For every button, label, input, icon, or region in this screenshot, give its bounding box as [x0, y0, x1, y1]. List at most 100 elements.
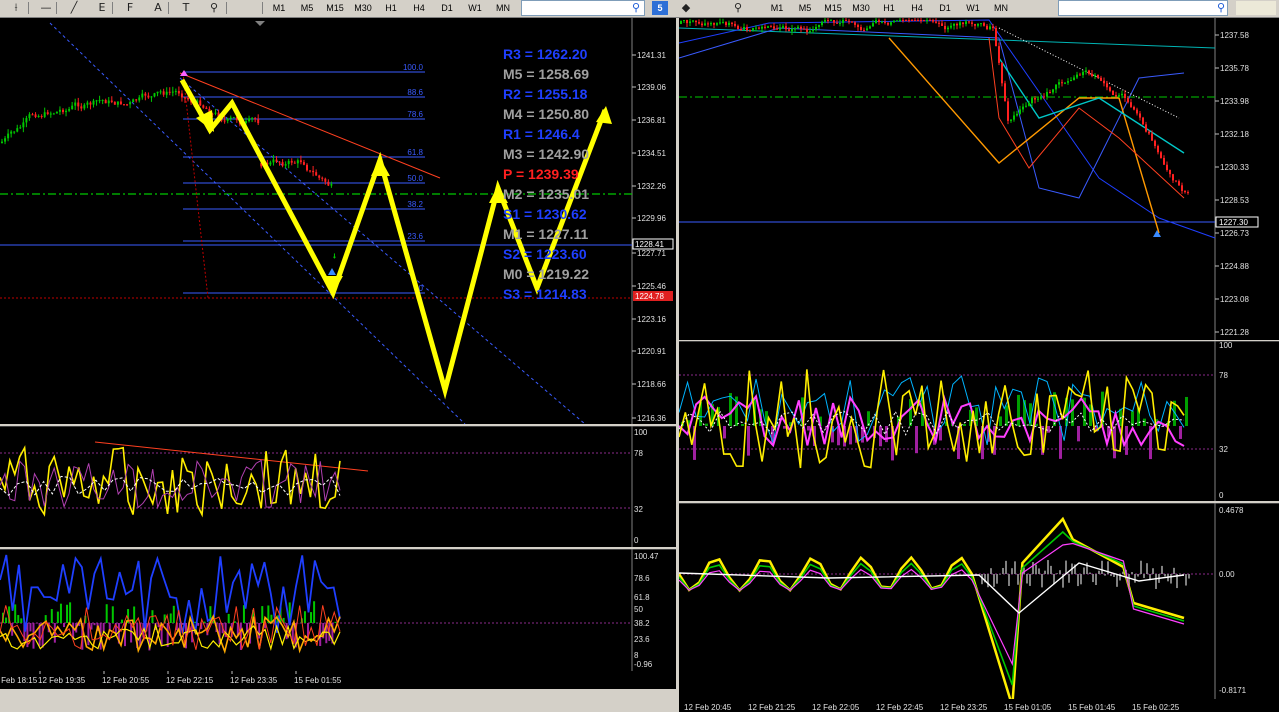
histogram-bar — [747, 426, 750, 456]
histogram-bar — [1005, 405, 1008, 426]
timeframe-m1-button[interactable]: M1 — [764, 1, 790, 15]
left-main-chart[interactable]: 1241.31 1239.06 1236.81 1234.51 1232.26 1229.… — [0, 18, 676, 424]
right-main-chart[interactable]: 1237.58 1235.78 1233.98 1232.18 1230.33 1228.… — [679, 18, 1279, 340]
timeframe-h4-button[interactable]: H4 — [406, 1, 432, 15]
left-oscillator-1[interactable]: 100 78 32 0 — [0, 426, 676, 547]
timeframe-mn-button[interactable]: MN — [490, 1, 516, 15]
pivot-label: M2 = 1235.01 — [503, 186, 589, 202]
candle-body — [52, 113, 55, 115]
arrow-label-icon[interactable]: ◆ — [678, 1, 694, 15]
candle-body — [153, 93, 156, 97]
pivot-label: M3 = 1242.90 — [503, 146, 589, 162]
timeframe-w1-button[interactable]: W1 — [960, 1, 986, 15]
timeframe-m30-button[interactable]: M30 — [350, 1, 376, 15]
histogram-bar — [1152, 568, 1154, 574]
right-oscillator-2-svg: 0.4678 0.00 -0.8171 — [679, 503, 1279, 699]
candle-body — [251, 118, 254, 120]
candle-body — [974, 23, 976, 26]
toolbar-separator — [28, 2, 29, 14]
oscillator-axis-label: 50 — [634, 605, 643, 614]
candle-body — [1082, 71, 1084, 76]
candle-body — [205, 107, 208, 109]
histogram-bar — [334, 621, 337, 623]
symbol-search-input[interactable] — [1058, 0, 1228, 16]
candle-body — [737, 25, 739, 30]
fibonacci-icon[interactable]: E — [94, 1, 110, 15]
pane-handle-icon[interactable] — [255, 21, 265, 26]
price-axis-label: 1236.81 — [637, 116, 666, 125]
candle-body — [845, 20, 847, 21]
histogram-bar — [1038, 568, 1040, 574]
candle-body — [315, 172, 318, 176]
histogram-bar — [1155, 574, 1157, 589]
left-oscillator-2[interactable]: 100.47 78.6 61.8 50 38.2 23.6 8 -0.96 — [0, 549, 676, 671]
histogram-bar — [1041, 574, 1043, 588]
current-price-label: 1227.30 — [1219, 218, 1248, 227]
timeframe-d1-button[interactable]: D1 — [932, 1, 958, 15]
candle-body — [1136, 109, 1138, 114]
histogram-bar — [705, 423, 708, 426]
candle-body — [761, 26, 763, 29]
histogram-bar — [990, 568, 992, 574]
candle-body — [119, 101, 122, 105]
histogram-bar — [69, 602, 72, 623]
candle-body — [327, 181, 330, 186]
horizontal-line-icon[interactable]: — — [38, 1, 54, 15]
timeframe-m15-button[interactable]: M15 — [322, 1, 348, 15]
arrow-label-icon[interactable]: A — [150, 1, 166, 15]
timeframe-h4-button[interactable]: H4 — [904, 1, 930, 15]
right-oscillator-1[interactable]: 100 78 32 0 — [679, 341, 1279, 501]
candle-body — [770, 26, 772, 28]
timeframe-m5-button[interactable]: M5 — [792, 1, 818, 15]
timeframe-m15-button[interactable]: M15 — [820, 1, 846, 15]
timeframe-d1-button[interactable]: D1 — [434, 1, 460, 15]
histogram-bar — [35, 623, 38, 624]
time-axis-label: 12 Feb 22:15 — [166, 676, 214, 685]
candle-body — [947, 27, 949, 30]
candle-body — [1115, 94, 1117, 97]
histogram-bar — [1017, 574, 1019, 585]
candle-body — [731, 22, 733, 24]
text-label-icon[interactable]: F — [122, 1, 138, 15]
candle-body — [899, 20, 901, 21]
search-icon[interactable]: ⚲ — [1213, 1, 1229, 15]
candle-body — [869, 26, 871, 29]
timeframe-h1-button[interactable]: H1 — [378, 1, 404, 15]
trendline-icon[interactable]: ╱ — [66, 1, 82, 15]
timeframe-m1-button[interactable]: M1 — [266, 1, 292, 15]
histogram-bar — [723, 426, 726, 439]
histogram-bar — [1032, 562, 1034, 574]
candle-body — [719, 22, 721, 24]
search-icon[interactable]: ⚲ — [628, 1, 644, 15]
window-control[interactable] — [1236, 1, 1276, 15]
period-icon[interactable]: T — [178, 1, 194, 15]
timeframe-mn-button[interactable]: MN — [988, 1, 1014, 15]
histogram-bar — [1131, 572, 1133, 574]
price-axis-label: 1230.33 — [1220, 163, 1249, 172]
candle-body — [104, 99, 107, 104]
timeframe-m5-button[interactable]: M5 — [294, 1, 320, 15]
right-oscillator-2[interactable]: 0.4678 0.00 -0.8171 — [679, 503, 1279, 699]
candle-body — [851, 21, 853, 23]
candle-body — [866, 28, 868, 31]
histogram-bar — [1134, 574, 1136, 583]
candle-body — [1046, 92, 1048, 97]
timeframe-m30-button[interactable]: M30 — [848, 1, 874, 15]
histogram-bar — [133, 606, 136, 623]
candle-body — [229, 117, 232, 119]
window-count-badge[interactable]: 5 — [652, 1, 668, 15]
period-icon[interactable]: ⚲ — [730, 1, 746, 15]
symbol-search-input[interactable] — [521, 0, 645, 16]
timeframe-h1-button[interactable]: H1 — [876, 1, 902, 15]
timeframe-w1-button[interactable]: W1 — [462, 1, 488, 15]
candle-body — [1109, 87, 1111, 91]
oscillator-axis-label: 23.6 — [634, 635, 650, 644]
histogram-bar — [999, 574, 1001, 575]
cursor-icon[interactable]: ⟊ — [8, 1, 24, 15]
candle-body — [1001, 62, 1003, 84]
candle-body — [74, 102, 77, 106]
tool-icon[interactable]: ⚲ — [206, 1, 222, 15]
candle-body — [1163, 157, 1165, 165]
histogram-bar — [1188, 574, 1190, 579]
histogram-bar — [996, 574, 998, 584]
